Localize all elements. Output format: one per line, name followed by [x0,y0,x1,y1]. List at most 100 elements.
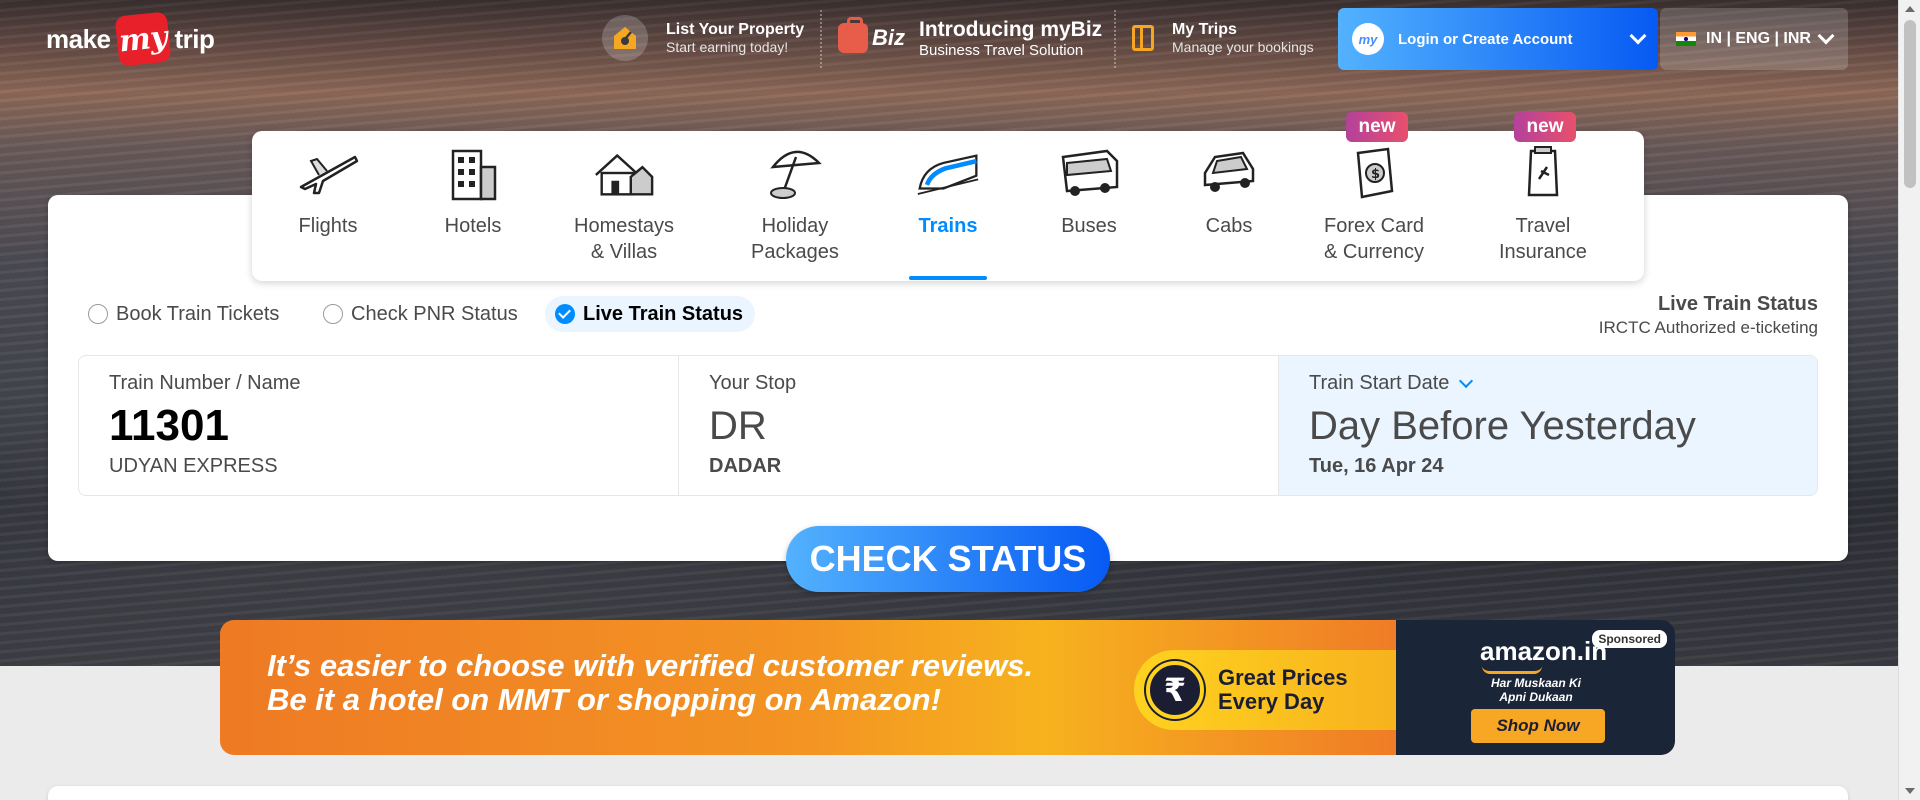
new-badge: new [1514,112,1576,142]
forex-card-icon: $ [1342,141,1406,205]
nav-label: Flights [298,215,358,237]
nav-label: Forex Card & Currency [1324,215,1425,263]
banner-line-2: Be it a hotel on MMT or shopping on Amaz… [267,682,941,717]
list-property-subtitle: Start earning today! [666,39,789,55]
side-note: Live Train Status IRCTC Authorized e-tic… [1599,293,1818,338]
scroll-up-icon[interactable] [1905,6,1915,12]
nav-hotels[interactable]: Hotels [441,141,505,239]
side-note-title: Live Train Status [1657,293,1818,315]
nav-travel-insurance[interactable]: Travel Insurance [1499,141,1587,265]
nav-homestays[interactable]: Homestays & Villas [574,141,674,265]
amazon-logo: amazon.in [1480,636,1608,666]
nav-cabs[interactable]: Cabs [1197,141,1261,239]
airplane-icon [296,141,360,205]
nav-buses[interactable]: Buses [1057,141,1121,239]
shop-now-button[interactable]: Shop Now [1471,709,1605,743]
checkmark-icon [555,304,575,324]
radio-live-status[interactable]: Live Train Status [545,296,756,332]
briefcase-icon [838,17,868,53]
lower-card [48,786,1848,800]
car-icon [1197,141,1261,205]
header-divider [1114,10,1116,68]
logo-text-trip: trip [174,23,215,54]
india-flag-icon [1676,32,1696,46]
umbrella-icon [763,141,827,205]
scroll-down-icon[interactable] [1905,788,1915,794]
new-badge: new [1346,112,1408,142]
radio-check-pnr[interactable]: Check PNR Status [323,296,518,332]
your-stop-field[interactable]: Your Stop DR DADAR [679,356,1279,495]
scrollbar-thumb[interactable] [1904,20,1916,188]
nav-label: Hotels [444,215,502,237]
pill-line-1: Great Prices [1218,665,1348,690]
nav-label: Cabs [1205,215,1253,237]
page-scrollbar[interactable] [1898,0,1920,800]
train-number-value: 11301 [109,401,229,450]
logo-text-my: my [114,11,171,67]
house-icon [592,141,656,205]
mybiz-link[interactable]: Biz Introducing myBiz Business Travel So… [838,12,1102,64]
login-button[interactable]: my Login or Create Account [1338,8,1658,70]
locale-label: IN | ENG | INR [1706,30,1811,47]
mmt-avatar-icon: my [1352,23,1384,55]
list-property-title: List Your Property [666,21,805,38]
banner-left: It’s easier to choose with verified cust… [220,620,1396,755]
amazon-smile-icon [1482,666,1542,674]
amazon-tagline: Har Muskaan Ki Apni Dukaan [1490,676,1582,704]
banner-line-1: It’s easier to choose with verified cust… [267,648,1034,683]
nav-label: Buses [1061,215,1117,237]
list-property-link[interactable]: List Your Property Start earning today! [602,12,804,64]
my-trips-subtitle: Manage your bookings [1172,39,1314,55]
chevron-down-icon [1459,373,1474,388]
mybiz-subtitle: Business Travel Solution [919,41,1084,59]
stop-code-value: DR [709,404,767,448]
radio-label: Check PNR Status [351,302,518,325]
check-status-button[interactable]: CHECK STATUS [786,526,1110,592]
field-label: Your Stop [709,372,797,394]
nav-forex[interactable]: $ Forex Card & Currency [1324,141,1424,265]
nav-holiday-packages[interactable]: Holiday Packages [751,141,839,265]
radio-label: Live Train Status [583,302,744,325]
locale-selector[interactable]: IN | ENG | INR [1660,8,1848,70]
field-label: Train Start Date [1309,372,1450,394]
active-tab-indicator [909,276,987,280]
building-icon [441,141,505,205]
insurance-icon [1511,141,1575,205]
nav-flights[interactable]: Flights [296,141,360,239]
date-relative-value: Day Before Yesterday [1309,404,1696,448]
radio-button [88,304,108,324]
train-icon [916,141,980,205]
date-value: Tue, 16 Apr 24 [1309,455,1444,477]
mybiz-badge: Biz [872,25,905,50]
nav-label: Homestays & Villas [574,215,675,263]
chevron-down-icon [1629,27,1647,45]
chevron-down-icon [1817,27,1835,45]
stop-name-value: DADAR [709,455,782,477]
my-trips-link[interactable]: My Trips Manage your bookings [1132,12,1314,64]
radio-label: Book Train Tickets [116,302,280,325]
sponsored-banner[interactable]: It’s easier to choose with verified cust… [220,620,1675,755]
svg-text:$: $ [1371,167,1380,182]
login-label: Login or Create Account [1398,30,1573,48]
suitcase-icon [1132,25,1154,51]
mybiz-title: Introducing myBiz [919,17,1103,41]
train-name-value: UDYAN EXPRESS [109,455,278,477]
makemytrip-logo[interactable]: make my trip [46,11,215,67]
banner-right: Sponsored amazon.in Har Muskaan Ki Apni … [1396,620,1675,755]
bus-icon [1057,141,1121,205]
nav-trains[interactable]: Trains [916,141,980,239]
side-note-subtitle: IRCTC Authorized e-ticketing [1598,318,1818,337]
my-trips-title: My Trips [1172,21,1237,38]
pill-line-2: Every Day [1218,689,1325,714]
train-number-field[interactable]: Train Number / Name 11301 UDYAN EXPRESS [79,356,679,495]
radio-book-tickets[interactable]: Book Train Tickets [88,296,279,332]
great-prices-pill: ₹ Great Prices Every Day [1134,650,1396,730]
rupee-icon: ₹ [1146,661,1204,719]
field-label: Train Number / Name [109,372,301,394]
train-start-date-field[interactable]: Train Start Date Day Before Yesterday Tu… [1279,356,1817,495]
nav-label: Trains [918,215,978,237]
property-key-icon [602,15,648,61]
logo-text-make: make [46,23,111,54]
nav-label: Travel Insurance [1499,215,1587,263]
nav-label: Holiday Packages [751,215,839,263]
